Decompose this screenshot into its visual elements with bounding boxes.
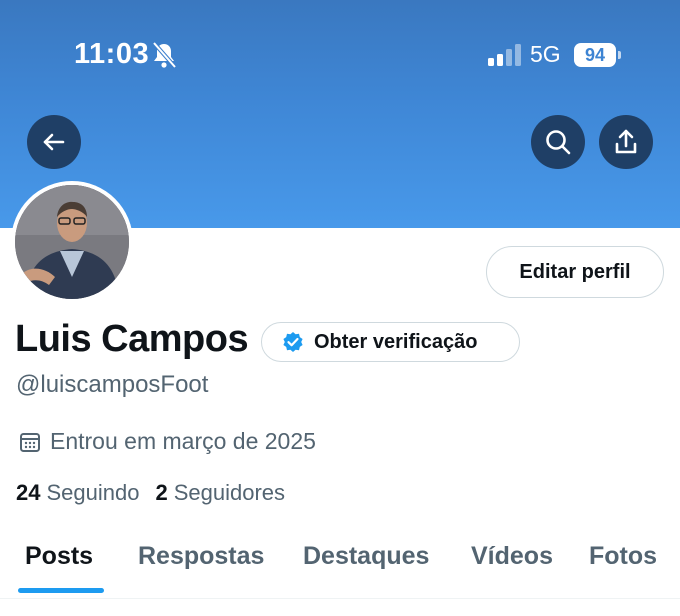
tab-destaques[interactable]: Destaques [303,542,429,571]
follow-stats: 24 Seguindo 2 Seguidores [16,480,301,506]
bell-slash-icon [152,41,177,69]
battery-tip [618,51,621,59]
tab-fotos[interactable]: Fotos [589,542,657,571]
following-count: 24 [16,480,41,505]
profile-tabs: Posts Respostas Destaques Vídeos Fotos [0,526,680,599]
profile-handle: @luiscamposFoot [16,371,209,398]
network-label: 5G [530,41,561,67]
active-tab-indicator [18,588,104,593]
get-verified-label: Obter verificação [314,330,478,353]
avatar[interactable] [11,181,133,303]
joined-label: Entrou em março de 2025 [50,428,316,454]
back-button[interactable] [27,115,81,169]
joined-date: Entrou em março de 2025 [18,428,316,455]
signal-icon [488,44,521,66]
calendar-icon [20,432,40,452]
search-button[interactable] [531,115,585,169]
battery-level: 94 [584,44,606,65]
followers-count: 2 [155,480,168,505]
search-icon [546,130,571,155]
tab-respostas[interactable]: Respostas [138,542,264,571]
tab-posts[interactable]: Posts [25,542,93,571]
following-link[interactable]: 24 Seguindo [16,480,139,506]
share-icon [615,129,637,154]
get-verified-button[interactable]: Obter verificação [261,322,520,362]
battery-indicator: 94 [574,43,616,67]
followers-label: Seguidores [173,480,286,505]
arrow-left-icon [43,133,65,151]
tab-videos[interactable]: Vídeos [471,542,553,571]
edit-profile-button[interactable]: Editar perfil [486,246,664,298]
followers-link[interactable]: 2 Seguidores [155,480,285,506]
share-button[interactable] [599,115,653,169]
profile-name: Luis Campos [15,318,249,360]
verified-badge-icon [283,332,303,352]
avatar-photo [15,185,129,299]
status-time: 11:03 [74,38,150,70]
following-label: Seguindo [46,480,140,505]
